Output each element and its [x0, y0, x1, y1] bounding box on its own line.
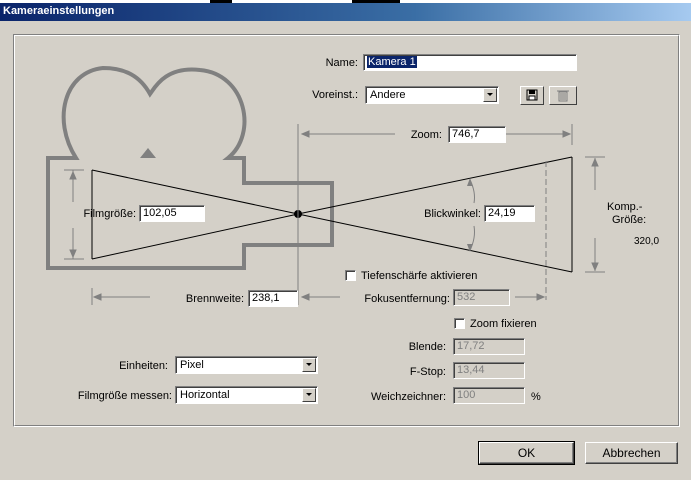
blur-input[interactable]: 100: [453, 387, 525, 404]
units-label: Einheiten:: [119, 360, 168, 372]
fstop-label: F-Stop:: [409, 366, 446, 378]
chevron-down-icon: [483, 88, 497, 102]
zoom-arrow-left: [300, 130, 310, 138]
fstop-input[interactable]: 13,44: [453, 362, 525, 379]
aperture-label: Blende:: [408, 341, 446, 353]
cone-bottom-right-ray: [297, 213, 573, 273]
depth-of-field-checkbox[interactable]: [345, 270, 356, 281]
film-size-label: Filmgröße:: [83, 208, 136, 220]
zoom-label: Zoom:: [410, 129, 442, 141]
lock-zoom-checkbox[interactable]: [454, 318, 465, 329]
cancel-button[interactable]: Abbrechen: [585, 442, 678, 464]
focal-arrow-left: [92, 293, 102, 301]
delete-preset-button[interactable]: [549, 86, 577, 105]
film-arrow-top: [69, 170, 77, 180]
comp-size-label-line2: Größe:: [612, 214, 647, 226]
blur-label: Weichzeichner:: [371, 391, 446, 403]
focus-distance-label: Fokusentfernung:: [364, 293, 450, 305]
film-size-input[interactable]: 102,05: [139, 205, 205, 222]
blur-unit: %: [531, 391, 541, 403]
view-angle-input[interactable]: 24,19: [484, 205, 535, 222]
comp-size-value: 320,0: [634, 236, 660, 247]
measure-film-value: Horizontal: [180, 389, 230, 401]
lock-zoom-label: Zoom fixieren: [470, 318, 537, 330]
name-label: Name:: [325, 57, 358, 69]
focal-length-label: Brennweite:: [185, 293, 244, 305]
measure-film-label: Filmgröße messen:: [77, 390, 172, 402]
zoom-arrow-right: [562, 130, 572, 138]
save-icon: [526, 89, 538, 101]
aperture-input[interactable]: 17,72: [453, 338, 525, 355]
depth-of-field-label: Tiefenschärfe aktivieren: [361, 270, 478, 282]
focus-distance-input[interactable]: 532: [453, 289, 510, 306]
name-value: Kamera 1: [367, 56, 417, 68]
chevron-down-icon: [302, 358, 316, 372]
angle-arrow-top: [467, 178, 473, 186]
focus-arrow-right: [536, 293, 546, 301]
units-value: Pixel: [180, 359, 204, 371]
view-angle-label: Blickwinkel:: [424, 208, 481, 220]
preset-label: Voreinst.:: [312, 89, 358, 101]
preset-dropdown[interactable]: Andere: [365, 86, 499, 104]
ok-button[interactable]: OK: [478, 441, 575, 465]
comp-arrow-bottom: [591, 262, 599, 272]
name-input[interactable]: Kamera 1: [363, 54, 577, 71]
focal-length-input[interactable]: 238,1: [248, 290, 298, 307]
camera-marker-triangle: [140, 148, 156, 158]
units-dropdown[interactable]: Pixel: [175, 356, 318, 374]
comp-size-label-line1: Komp.-: [607, 201, 643, 213]
preset-value: Andere: [370, 89, 406, 101]
film-arrow-bottom: [69, 249, 77, 259]
chevron-down-icon: [302, 388, 316, 402]
measure-film-dropdown[interactable]: Horizontal: [175, 386, 318, 404]
camera-diagram: [46, 65, 605, 305]
zoom-input[interactable]: 746,7: [448, 126, 506, 143]
trash-icon: [557, 90, 569, 102]
save-preset-button[interactable]: [520, 86, 544, 105]
focus-arrow-left: [300, 293, 310, 301]
comp-arrow-top: [591, 157, 599, 167]
